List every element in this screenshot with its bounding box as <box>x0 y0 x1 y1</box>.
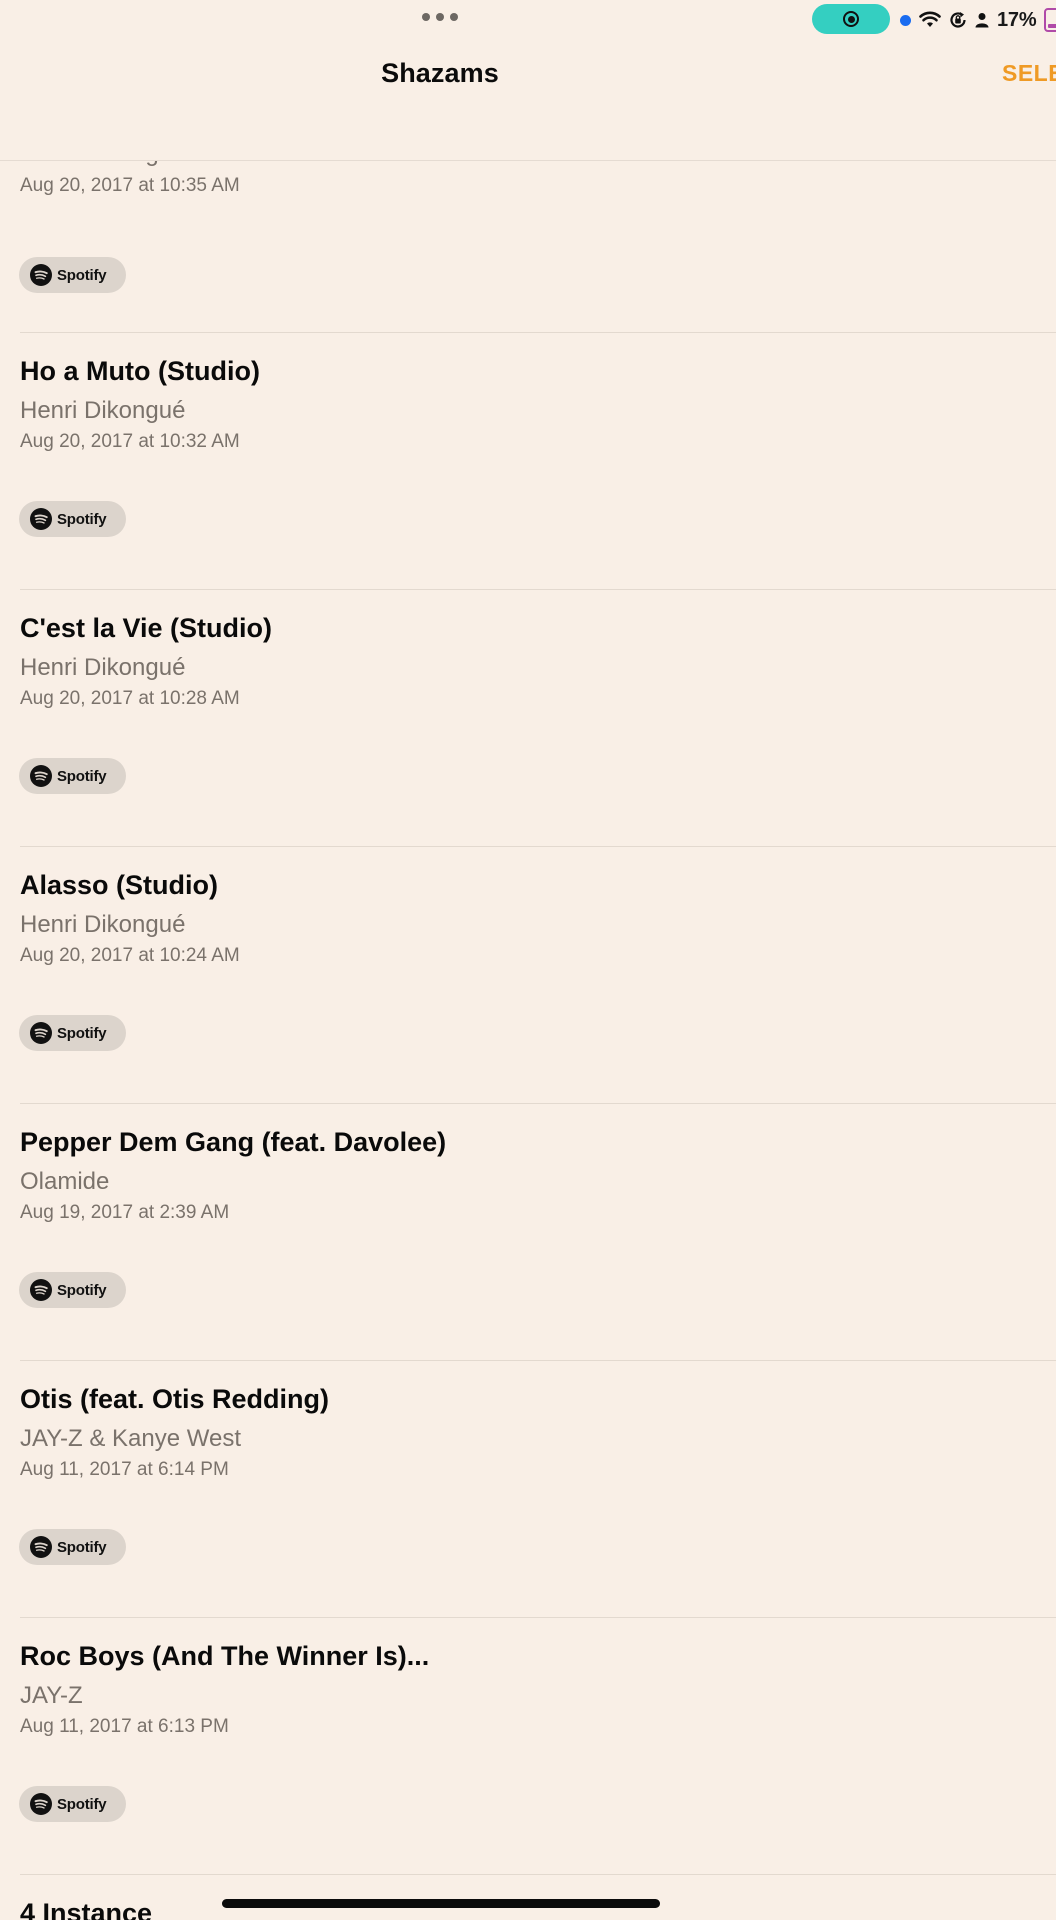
select-button[interactable]: SELE <box>1002 60 1056 87</box>
spotify-label: Spotify <box>57 510 107 528</box>
screen-rotation-lock-icon <box>950 12 966 28</box>
more-dots-icon[interactable] <box>422 13 458 21</box>
spotify-label: Spotify <box>57 1795 107 1813</box>
spotify-label: Spotify <box>57 767 107 785</box>
divider <box>20 589 1056 590</box>
open-in-spotify-button[interactable]: Spotify <box>19 1015 126 1051</box>
shazam-date: Aug 20, 2017 at 10:32 AM <box>20 431 240 452</box>
spotify-icon <box>30 1022 52 1044</box>
list-item[interactable]: Roc Boys (And The Winner Is)... JAY-Z Au… <box>0 1617 1056 1874</box>
spotify-icon <box>30 1279 52 1301</box>
location-dot-icon <box>900 14 911 26</box>
list-item[interactable]: Otis (feat. Otis Redding) JAY-Z & Kanye … <box>0 1360 1056 1617</box>
song-title: Pepper Dem Gang (feat. Davolee) <box>20 1127 447 1157</box>
wifi-icon <box>919 11 941 27</box>
spotify-icon <box>30 508 52 530</box>
open-in-spotify-button[interactable]: Spotify <box>19 1786 126 1822</box>
shazam-date: Aug 20, 2017 at 10:35 AM <box>20 175 240 196</box>
battery-percent: 17% <box>997 8 1037 31</box>
divider <box>20 1617 1056 1618</box>
shazam-date: Aug 11, 2017 at 6:13 PM <box>20 1716 229 1737</box>
open-in-spotify-button[interactable]: Spotify <box>19 1529 126 1565</box>
shazam-date: Aug 20, 2017 at 10:28 AM <box>20 688 240 709</box>
artist-name: Henri Dikongué <box>20 911 186 938</box>
divider <box>20 1874 1056 1875</box>
divider <box>20 1360 1056 1361</box>
artist-name: JAY-Z <box>20 1682 83 1709</box>
spotify-label: Spotify <box>57 1538 107 1556</box>
screen-record-icon[interactable] <box>812 4 890 34</box>
spotify-icon <box>30 1793 52 1815</box>
song-title: Otis (feat. Otis Redding) <box>20 1384 330 1414</box>
spotify-label: Spotify <box>57 1281 107 1299</box>
open-in-spotify-button[interactable]: Spotify <box>19 257 126 293</box>
open-in-spotify-button[interactable]: Spotify <box>19 1272 126 1308</box>
song-title: Roc Boys (And The Winner Is)... <box>20 1641 430 1671</box>
shazam-date: Aug 19, 2017 at 2:39 AM <box>20 1202 230 1223</box>
spotify-icon <box>30 765 52 787</box>
song-title: C'est la Vie (Studio) <box>20 613 272 643</box>
spotify-icon <box>30 264 52 286</box>
list-item[interactable]: 4 Instance <box>0 1874 1056 1920</box>
list-item[interactable]: Pepper Dem Gang (feat. Davolee) Olamide … <box>0 1103 1056 1360</box>
person-icon <box>975 13 989 28</box>
shazam-date: Aug 11, 2017 at 6:14 PM <box>20 1459 229 1480</box>
divider <box>20 846 1056 847</box>
list-item[interactable]: Ho a Muto (Studio) Henri Dikongué Aug 20… <box>0 332 1056 589</box>
song-title: Ho a Muto (Studio) <box>20 356 260 386</box>
song-title: Alasso (Studio) <box>20 870 219 900</box>
artist-name: Henri Dikongué <box>20 397 186 424</box>
open-in-spotify-button[interactable]: Spotify <box>19 501 126 537</box>
artist-name: Olamide <box>20 1168 110 1195</box>
list-item[interactable]: Alasso (Studio) Henri Dikongué Aug 20, 2… <box>0 846 1056 1103</box>
spotify-label: Spotify <box>57 1024 107 1042</box>
navigation-bar: Shazams SELE <box>0 40 1056 161</box>
spotify-icon <box>30 1536 52 1558</box>
status-bar: 17% <box>0 0 1056 40</box>
open-in-spotify-button[interactable]: Spotify <box>19 758 126 794</box>
list-item[interactable]: C'est la Vie (Studio) Henri Dikongué Aug… <box>0 589 1056 846</box>
artist-name: Henri Dikongué <box>20 654 186 681</box>
artist-name: JAY-Z & Kanye West <box>20 1425 241 1452</box>
page-title: Shazams <box>381 58 499 88</box>
divider <box>20 332 1056 333</box>
battery-icon <box>1044 8 1056 32</box>
song-title: 4 Instance <box>20 1898 153 1920</box>
divider <box>20 1103 1056 1104</box>
shazam-date: Aug 20, 2017 at 10:24 AM <box>20 945 240 966</box>
spotify-label: Spotify <box>57 266 107 284</box>
status-icons: 17% <box>900 6 1056 34</box>
home-indicator[interactable] <box>222 1899 660 1908</box>
